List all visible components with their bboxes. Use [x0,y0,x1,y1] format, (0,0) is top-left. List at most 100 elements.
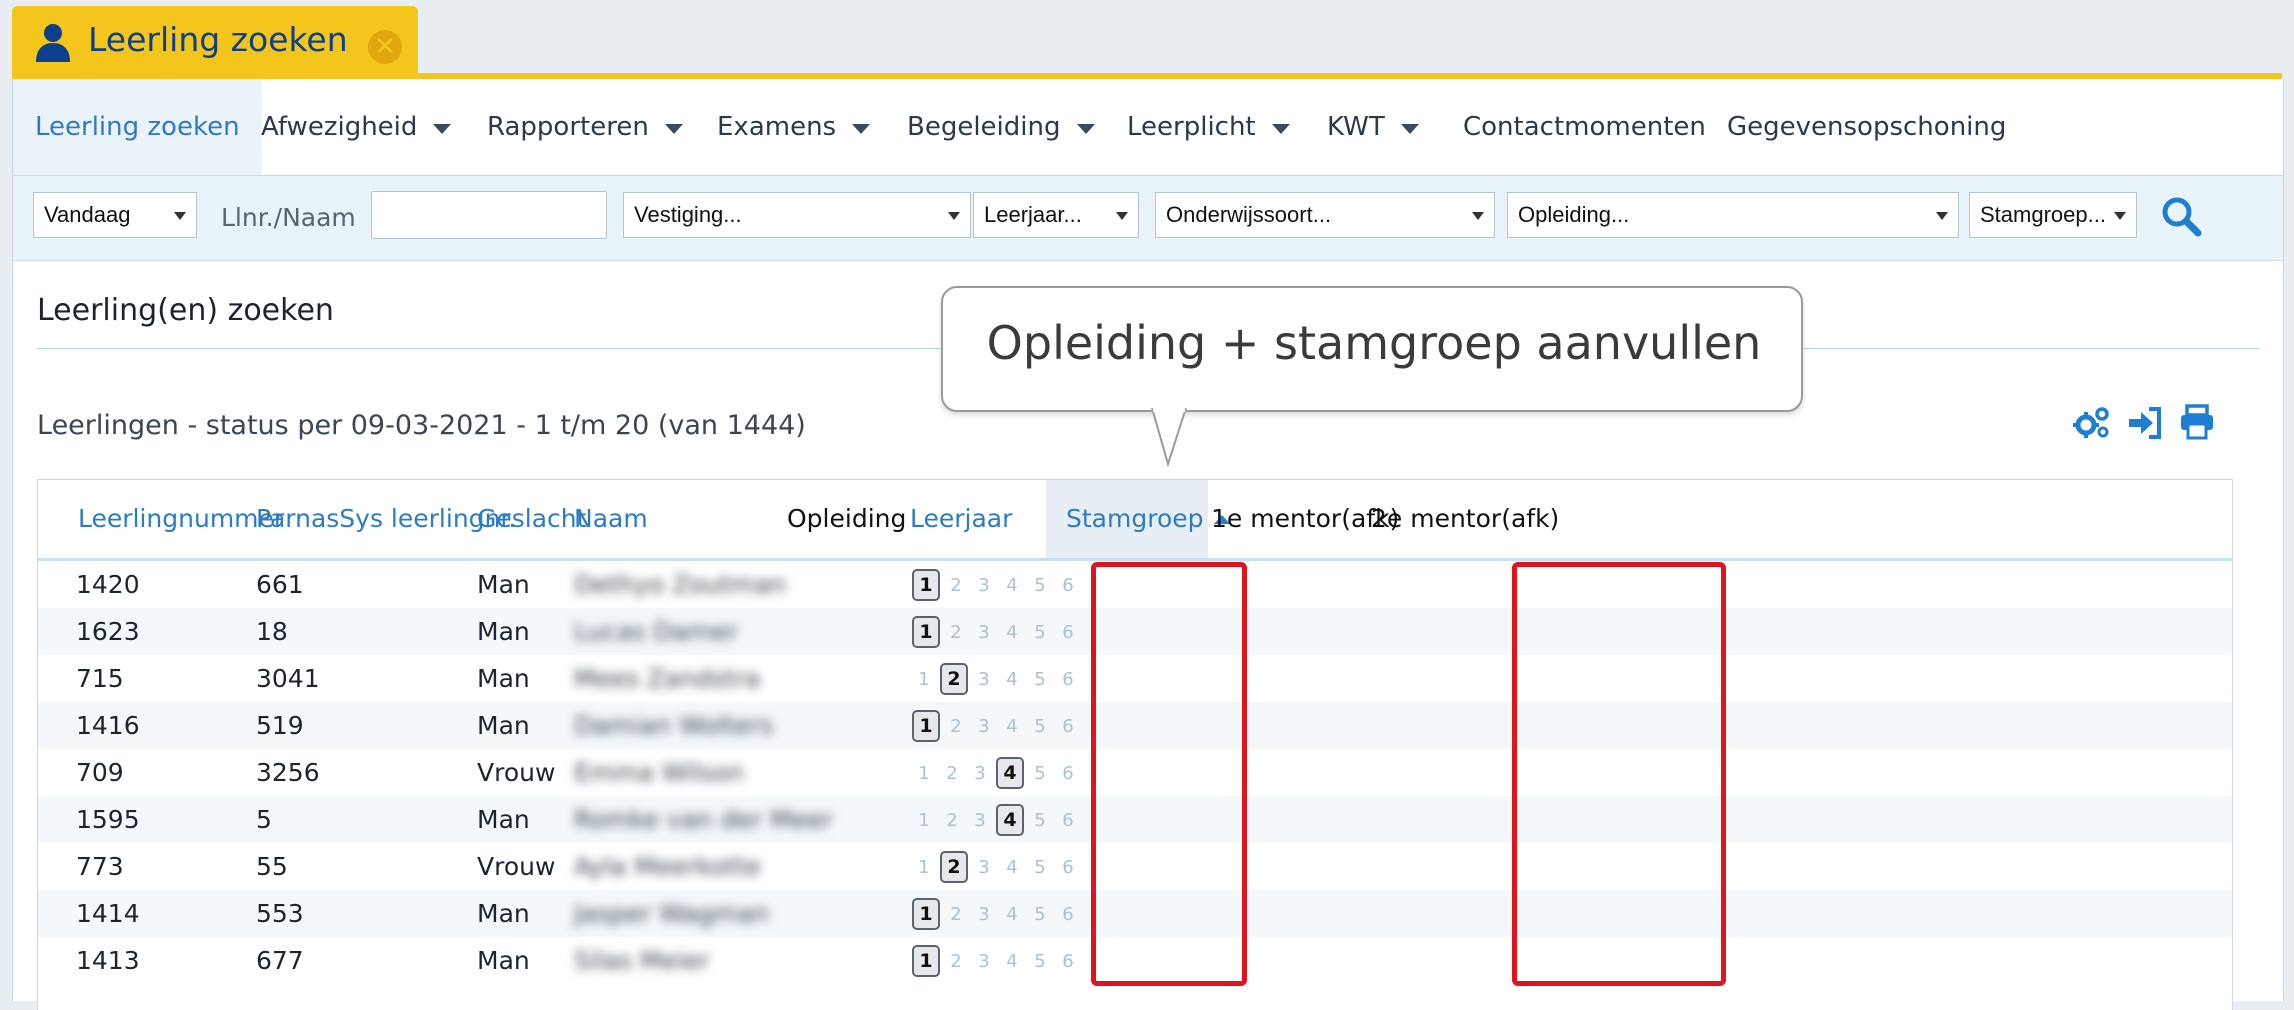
leerjaar-option[interactable]: 6 [1054,716,1082,737]
cell-geslacht: Vrouw [477,852,556,881]
date-select[interactable]: Vandaag [33,192,197,238]
leerjaar-option[interactable]: 4 [998,669,1026,690]
leerjaar-option[interactable]: 1 [910,763,938,784]
leerjaar-option[interactable]: 2 [942,716,970,737]
opleiding-select[interactable]: Opleiding... [1507,192,1959,238]
menu-item-label: KWT [1327,112,1385,142]
leerjaar-option[interactable]: 6 [1054,575,1082,596]
header-opleiding: Opleiding [787,504,907,533]
leerjaar-option[interactable]: 4 [996,757,1024,789]
leerjaar-option[interactable]: 4 [998,951,1026,972]
leerjaar-option[interactable]: 4 [996,804,1024,836]
leerjaar-option[interactable]: 4 [998,622,1026,643]
cell-parnassys: 661 [256,570,304,599]
menu-item-leerplicht[interactable]: Leerplicht [1127,79,1290,175]
menu-item-contactmomenten[interactable]: Contactmomenten [1463,79,1706,175]
leerjaar-option[interactable]: 1 [912,710,940,742]
menu-item-begeleiding[interactable]: Begeleiding [907,79,1095,175]
leerjaar-option[interactable]: 2 [940,663,968,695]
leerjaar-option[interactable]: 6 [1054,669,1082,690]
leerjaar-option[interactable]: 5 [1026,810,1054,831]
leerjaar-option[interactable]: 4 [998,716,1026,737]
leerjaar-option[interactable]: 6 [1054,622,1082,643]
leerjaar-option[interactable]: 1 [912,569,940,601]
leerjaar-option[interactable]: 1 [912,616,940,648]
leerjaar-option[interactable]: 5 [1026,575,1054,596]
close-icon[interactable]: ✕ [368,30,402,64]
tab-leerling-zoeken[interactable]: Leerling zoeken ✕ [12,6,418,74]
leerjaar-option[interactable]: 5 [1026,857,1054,878]
leerjaar-option[interactable]: 3 [966,763,994,784]
search-input[interactable] [371,191,607,239]
leerjaar-option[interactable]: 3 [966,810,994,831]
leerjaar-option[interactable]: 3 [970,575,998,596]
sign-in-icon[interactable] [2127,406,2163,440]
leerjaar-option[interactable]: 6 [1054,810,1082,831]
menu-item-gegevensopschoning[interactable]: Gegevensopschoning [1727,79,2006,175]
leerjaar-option[interactable]: 1 [912,945,940,977]
leerjaar-option[interactable]: 1 [912,898,940,930]
leerjaar-option[interactable]: 2 [938,810,966,831]
menu-item-afwezigheid[interactable]: Afwezigheid [261,79,452,175]
cell-parnassys: 553 [256,899,304,928]
leerjaar-option[interactable]: 2 [938,763,966,784]
search-icon[interactable] [2159,194,2203,238]
leerjaar-selector: 123456 [910,710,1082,742]
menu-item-kwt[interactable]: KWT [1327,79,1419,175]
callout-tail [1151,408,1187,468]
leerjaar-option[interactable]: 1 [910,857,938,878]
menu-item-leerling-zoeken[interactable]: Leerling zoeken [13,79,262,175]
menu-item-label: Afwezigheid [261,112,418,142]
leerjaar-option[interactable]: 5 [1026,904,1054,925]
leerjaar-select[interactable]: Leerjaar... [973,192,1139,238]
cell-geslacht: Man [477,805,530,834]
header-leerjaar[interactable]: Leerjaar [910,480,1012,558]
leerjaar-option[interactable]: 3 [970,904,998,925]
leerjaar-option[interactable]: 3 [970,951,998,972]
header-leerlingnummer[interactable]: Leerlingnummer [78,480,284,558]
leerjaar-option[interactable]: 3 [970,716,998,737]
menu-item-rapporteren[interactable]: Rapporteren [487,79,683,175]
leerjaar-option[interactable]: 3 [970,669,998,690]
cell-geslacht: Man [477,711,530,740]
leerjaar-option[interactable]: 6 [1054,904,1082,925]
gears-icon[interactable] [2073,406,2111,440]
leerjaar-option[interactable]: 2 [942,904,970,925]
leerjaar-option[interactable]: 1 [910,669,938,690]
print-icon[interactable] [2179,404,2215,440]
vestiging-select[interactable]: Vestiging... [623,192,971,238]
cell-leerlingnummer: 715 [76,664,124,693]
leerjaar-option[interactable]: 2 [940,851,968,883]
callout-bubble: Opleiding + stamgroep aanvullen [941,286,1803,412]
stamgroep-select[interactable]: Stamgroep... [1969,192,2137,238]
leerjaar-option[interactable]: 5 [1026,951,1054,972]
leerjaar-option[interactable]: 3 [970,857,998,878]
leerjaar-option[interactable]: 5 [1026,669,1054,690]
user-icon [36,24,70,62]
leerjaar-option[interactable]: 5 [1026,716,1054,737]
chevron-down-icon [1472,212,1484,220]
cell-naam: Mees Zandstra [574,664,760,693]
table-header: Leerlingnummer ParnasSys leerlingnr. Ges… [38,480,2232,561]
leerjaar-option[interactable]: 2 [942,622,970,643]
leerjaar-option[interactable]: 2 [942,575,970,596]
onderwijssoort-select[interactable]: Onderwijssoort... [1155,192,1495,238]
leerjaar-option[interactable]: 6 [1054,763,1082,784]
leerjaar-option[interactable]: 5 [1026,622,1054,643]
table-actions [2073,400,2233,444]
header-geslacht[interactable]: Geslacht [477,480,586,558]
tab-bar: Leerling zoeken ✕ [0,0,2294,74]
leerjaar-option[interactable]: 2 [942,951,970,972]
leerjaar-option[interactable]: 6 [1054,857,1082,878]
leerjaar-option[interactable]: 4 [998,575,1026,596]
leerjaar-option[interactable]: 5 [1026,763,1054,784]
leerjaar-option[interactable]: 3 [970,622,998,643]
leerjaar-option[interactable]: 6 [1054,951,1082,972]
cell-leerlingnummer: 773 [76,852,124,881]
header-stamgroep[interactable]: Stamgroep [1046,480,1230,558]
leerjaar-option[interactable]: 4 [998,857,1026,878]
header-naam[interactable]: Naam [574,480,648,558]
leerjaar-option[interactable]: 4 [998,904,1026,925]
menu-item-examens[interactable]: Examens [717,79,871,175]
leerjaar-option[interactable]: 1 [910,810,938,831]
